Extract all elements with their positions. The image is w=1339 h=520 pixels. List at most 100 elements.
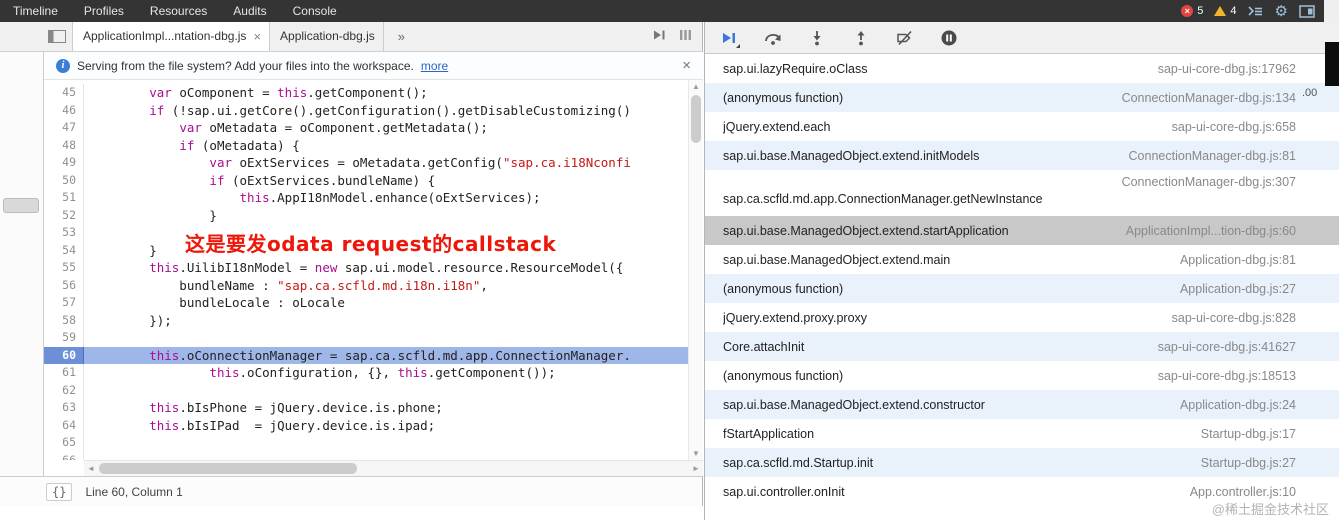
code-line[interactable]: 62: [44, 381, 703, 400]
panel-tab-audits[interactable]: Audits: [220, 0, 279, 22]
pretty-print-button[interactable]: {}: [46, 482, 73, 501]
line-number[interactable]: 46: [44, 101, 84, 119]
code-line[interactable]: 45 var oComponent = this.getComponent();: [44, 84, 703, 102]
expand-editor-icon[interactable]: [652, 28, 667, 46]
code-text[interactable]: this.bIsPhone = jQuery.device.is.phone;: [84, 399, 703, 417]
file-tab[interactable]: ApplicationImpl...ntation-dbg.js ×: [72, 22, 271, 51]
code-text[interactable]: }: [84, 207, 703, 225]
code-text[interactable]: [84, 329, 703, 347]
pause-on-exceptions-icon[interactable]: [937, 27, 961, 49]
line-number[interactable]: 64: [44, 416, 84, 434]
callstack-frame[interactable]: (anonymous function) ConnectionManager-db…: [705, 83, 1339, 112]
code-text[interactable]: bundleLocale : oLocale: [84, 294, 703, 312]
horizontal-scroll-thumb[interactable]: [99, 463, 357, 474]
code-line[interactable]: 57 bundleLocale : oLocale: [44, 294, 703, 312]
line-number[interactable]: 45: [44, 84, 84, 102]
line-number[interactable]: 48: [44, 136, 84, 154]
code-line[interactable]: 66: [44, 451, 703, 461]
line-number[interactable]: 51: [44, 189, 84, 207]
deactivate-breakpoints-icon[interactable]: [893, 27, 917, 49]
show-console-icon[interactable]: [1247, 5, 1264, 17]
code-line[interactable]: 63 this.bIsPhone = jQuery.device.is.phon…: [44, 399, 703, 417]
code-line[interactable]: 58 });: [44, 311, 703, 330]
code-text[interactable]: this.UilibI18nModel = new sap.ui.model.r…: [84, 259, 703, 277]
callstack-frame[interactable]: sap.ui.base.ManagedObject.extend.constru…: [705, 390, 1339, 419]
code-line[interactable]: 59: [44, 329, 703, 347]
code-line[interactable]: 64 this.bIsIPad = jQuery.device.is.ipad;: [44, 416, 703, 435]
callstack-frame[interactable]: sap.ui.base.ManagedObject.extend.initMod…: [705, 141, 1339, 170]
code-line[interactable]: 52 }: [44, 206, 703, 225]
callstack-frame[interactable]: jQuery.extend.each sap-ui-core-dbg.js:658: [705, 112, 1339, 141]
line-number[interactable]: 61: [44, 364, 84, 382]
step-into-icon[interactable]: [805, 27, 829, 49]
scroll-left-icon[interactable]: ◄: [84, 461, 98, 476]
callstack-frame[interactable]: sap.ui.base.ManagedObject.extend.startAp…: [705, 216, 1339, 245]
code-text[interactable]: this.AppI18nModel.enhance(oExtServices);: [84, 189, 703, 207]
code-line[interactable]: 49 var oExtServices = oMetadata.getConfi…: [44, 154, 703, 172]
callstack-frame[interactable]: Core.attachInit sap-ui-core-dbg.js:41627: [705, 332, 1339, 361]
code-text[interactable]: if (oExtServices.bundleName) {: [84, 172, 703, 190]
code-line[interactable]: 65: [44, 434, 703, 452]
warning-badge[interactable]: 4: [1214, 5, 1237, 17]
callstack-frame[interactable]: (anonymous function) Application-dbg.js:2…: [705, 274, 1339, 303]
line-number[interactable]: 62: [44, 381, 84, 399]
code-line[interactable]: 48 if (oMetadata) {: [44, 136, 703, 155]
code-line[interactable]: 46 if (!sap.ui.getCore().getConfiguratio…: [44, 101, 703, 120]
settings-gear-icon[interactable]: ⚙: [1275, 4, 1288, 19]
line-number[interactable]: 57: [44, 294, 84, 312]
code-text[interactable]: [84, 382, 703, 400]
dock-side-icon[interactable]: [1299, 4, 1315, 18]
infobar-close-icon[interactable]: ×: [682, 57, 691, 74]
file-tab[interactable]: Application-dbg.js: [270, 22, 384, 51]
line-number[interactable]: 55: [44, 259, 84, 277]
line-number[interactable]: 49: [44, 154, 84, 172]
error-badge[interactable]: × 5: [1181, 5, 1203, 17]
scroll-down-icon[interactable]: ▼: [689, 447, 703, 460]
scroll-right-icon[interactable]: ►: [689, 461, 703, 476]
line-number[interactable]: 63: [44, 399, 84, 417]
code-line[interactable]: 47 var oMetadata = oComponent.getMetadat…: [44, 119, 703, 137]
line-number[interactable]: 59: [44, 329, 84, 347]
code-editor[interactable]: 45 var oComponent = this.getComponent();…: [44, 80, 703, 460]
code-text[interactable]: this.oConnectionManager = sap.ca.scfld.m…: [84, 346, 703, 364]
splitter-handle[interactable]: [3, 198, 39, 213]
vertical-scroll-thumb[interactable]: [691, 95, 701, 143]
line-number[interactable]: 52: [44, 206, 84, 224]
callstack-frame[interactable]: (anonymous function) sap-ui-core-dbg.js:1…: [705, 361, 1339, 390]
line-number[interactable]: 66: [44, 451, 84, 460]
panel-tab-profiles[interactable]: Profiles: [71, 0, 137, 22]
callstack-frame[interactable]: fStartApplication Startup-dbg.js:17: [705, 419, 1339, 448]
line-number[interactable]: 50: [44, 171, 84, 189]
editor-vertical-scrollbar[interactable]: ▲ ▼: [688, 80, 703, 460]
code-text[interactable]: });: [84, 312, 703, 330]
line-number[interactable]: 54: [44, 241, 84, 259]
callstack-frame[interactable]: jQuery.extend.proxy.proxy sap-ui-core-dbg…: [705, 303, 1339, 332]
callstack-frame[interactable]: sap.ui.lazyRequire.oClass sap-ui-core-dbg…: [705, 54, 1339, 83]
code-text[interactable]: var oMetadata = oComponent.getMetadata()…: [84, 119, 703, 137]
step-over-icon[interactable]: [761, 27, 785, 49]
code-line[interactable]: 61 this.oConfiguration, {}, this.getComp…: [44, 364, 703, 382]
panel-tab-timeline[interactable]: Timeline: [0, 0, 71, 22]
panel-tab-resources[interactable]: Resources: [137, 0, 220, 22]
code-text[interactable]: [84, 452, 703, 461]
infobar-more-link[interactable]: more: [421, 59, 448, 73]
navigator-toggle-icon[interactable]: [48, 30, 66, 43]
resume-button[interactable]: [717, 27, 741, 49]
code-text[interactable]: if (oMetadata) {: [84, 137, 703, 155]
line-number[interactable]: 56: [44, 276, 84, 294]
code-line[interactable]: 51 this.AppI18nModel.enhance(oExtService…: [44, 189, 703, 207]
code-text[interactable]: this.bIsIPad = jQuery.device.is.ipad;: [84, 417, 703, 435]
code-text[interactable]: if (!sap.ui.getCore().getConfiguration()…: [84, 102, 703, 120]
scroll-up-icon[interactable]: ▲: [689, 80, 703, 93]
code-text[interactable]: var oComponent = this.getComponent();: [84, 84, 703, 102]
step-out-icon[interactable]: [849, 27, 873, 49]
editor-columns-icon[interactable]: [679, 28, 692, 46]
callstack-frame[interactable]: sap.ui.base.ManagedObject.extend.main App…: [705, 245, 1339, 274]
line-number[interactable]: 60: [44, 346, 84, 364]
code-text[interactable]: this.oConfiguration, {}, this.getCompone…: [84, 364, 703, 382]
code-line[interactable]: 60 this.oConnectionManager = sap.ca.scfl…: [44, 346, 703, 364]
code-line[interactable]: 55 this.UilibI18nModel = new sap.ui.mode…: [44, 259, 703, 277]
tab-overflow-icon[interactable]: »: [398, 29, 405, 44]
panel-tab-console[interactable]: Console: [280, 0, 350, 22]
callstack-frame[interactable]: sap.ca.scfld.md.Startup.init Startup-dbg.…: [705, 448, 1339, 477]
